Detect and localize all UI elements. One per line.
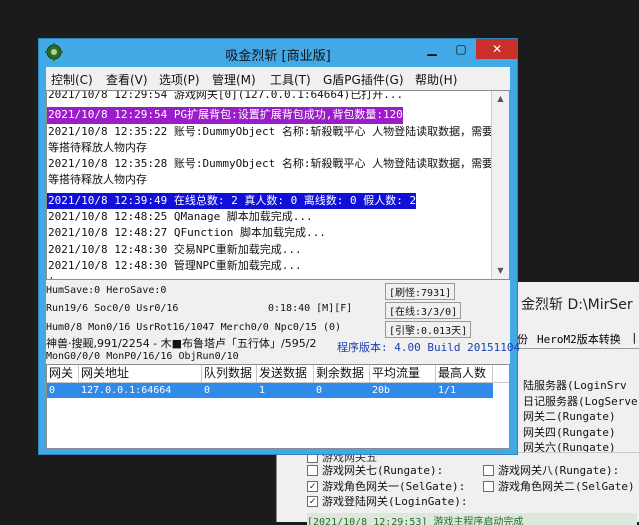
background-tab-herom2[interactable]: HeroM2版本转换 [537, 331, 621, 347]
background-window-title: 金烈斩 D:\MirSer [521, 297, 633, 313]
log-line: 等搭待释放人物内存 [48, 173, 147, 187]
main-window: 吸金烈斩 [商业版] ▁ ▢ ✕ 控制(C) 查看(V) 选项(P) 管理(M)… [38, 38, 520, 455]
log-line: 2021/10/8 12:35:28 账号:DummyObject 名称:斩殺戰… [48, 157, 494, 171]
server-list-item: 日记服务器(LogServer [523, 394, 639, 408]
background-status-line: [2021/10/8 12:29:53] 游戏主程序启动完成 [307, 513, 637, 525]
checkbox-box-checked[interactable]: ✓ [307, 480, 318, 492]
table-cell: 1 [259, 385, 266, 396]
menu-control[interactable]: 控制(C) [51, 71, 93, 88]
log-line: 2021/10/8 12:39:49 在线总数: 2 真人数: 0 离线数: 0… [47, 192, 417, 210]
menu-help[interactable]: 帮助(H) [415, 71, 457, 88]
column-header[interactable]: 发送数据 [257, 365, 314, 382]
table-cell: 127.0.0.1:64664 [81, 385, 172, 396]
stats-save-line: HumSave:0 HeroSave:0 [46, 285, 167, 296]
gateway-table[interactable]: 网关 网关地址 队列数据 发送数据 剩余数据 平均流量 最高人数 0 127.0.0.1:64… [46, 364, 510, 449]
scroll-up-arrow-icon[interactable]: ▲ [492, 91, 509, 107]
checkbox-logingate[interactable]: ✓ 游戏登陆网关(LoginGate): [307, 493, 467, 509]
log-line: 2021/10/8 12:35:22 账号:DummyObject 名称:斩殺戰… [48, 124, 494, 138]
checkbox-selgate2[interactable]: 游戏角色网关二(SelGate) [483, 478, 635, 494]
table-cell: 20b [372, 385, 391, 396]
stats-run-line: Run19/6 Soc0/0 Usr0/16 [46, 303, 179, 314]
table-cell: 0 [316, 385, 323, 396]
log-scrollbar[interactable]: ▲ ▼ [491, 91, 509, 279]
menu-gshield-plugin[interactable]: G盾PG插件(G) [323, 71, 404, 88]
column-header[interactable]: 网关 [47, 365, 79, 382]
close-button[interactable]: ✕ [476, 39, 518, 59]
column-header[interactable]: 最高人数 [436, 365, 493, 382]
table-cell: 1/1 [438, 385, 457, 396]
log-lines: 2021/10/8 12:29:54 游戏网关[0](127.0.0.1:646… [47, 90, 494, 279]
background-checkbox-panel: 游戏网关五 游戏网关七(Rungate): 游戏网关八(Rungate): ✓ 游… [276, 451, 639, 525]
log-line: 2021/10/8 12:29:54 PG扩展背包:设置扩展背包成功,背包数量:… [47, 107, 403, 124]
column-header[interactable]: 网关地址 [79, 365, 202, 382]
background-tab-separator: | [631, 331, 638, 344]
checkbox-selgate1[interactable]: ✓ 游戏角色网关一(SelGate): [307, 478, 465, 494]
window-client-area: 控制(C) 查看(V) 选项(P) 管理(M) 工具(T) G盾PG插件(G) … [46, 67, 520, 449]
log-line: 2021/10/8 12:48:30 交易NPC重新加载完成... [48, 242, 302, 256]
checkbox-box[interactable] [483, 480, 494, 492]
checkbox-box[interactable] [483, 464, 494, 476]
stats-timer: 0:18:40 [M][F] [268, 303, 353, 314]
stats-monster-line: 神兽·搜觋,991/2254 - 木■布鲁塔卢「五行体」/595/2 [46, 337, 317, 350]
server-list-item: 网关四(Rungate) [523, 425, 616, 439]
menu-bar: 控制(C) 查看(V) 选项(P) 管理(M) 工具(T) G盾PG插件(G) … [46, 67, 510, 89]
program-version: 程序版本: 4.00 Build 20151104 [337, 341, 521, 354]
server-list-item: 陆服务器(LoginSrv [523, 379, 627, 392]
table-header: 网关 网关地址 队列数据 发送数据 剩余数据 平均流量 最高人数 [47, 365, 509, 383]
log-line: 2021/10/8 12:48:25 QManage 脚本加载完成... [48, 210, 313, 224]
log-line: 2021/10/8 12:48:27 QFunction 脚本加载完成... [48, 226, 326, 240]
stats-hum-line: Hum0/8 Mon0/16 UsrRot16/1047 Merch0/0 Np… [46, 322, 342, 333]
table-row[interactable]: 0 127.0.0.1:64664 0 1 0 20b 1/1 [47, 383, 493, 398]
scroll-down-arrow-icon[interactable]: ▼ [492, 263, 509, 279]
column-header[interactable]: 平均流量 [370, 365, 436, 382]
minimize-button[interactable]: ▁ [419, 39, 445, 59]
background-tabs: 份 HeroM2版本转换 | [513, 326, 639, 349]
window-title: 吸金烈斩 [商业版] [225, 49, 331, 64]
menu-manage[interactable]: 管理(M) [212, 71, 256, 88]
checkbox-box[interactable] [307, 464, 318, 476]
refresh-counter: [刷怪:7931] [385, 283, 456, 300]
online-counter: [在线:3/3/0] [385, 302, 462, 319]
log-line: 2021/10/8 12:48:30 管理NPC重新加载完成... [48, 258, 302, 272]
title-bar[interactable]: 吸金烈斩 [商业版] ▁ ▢ ✕ [39, 39, 518, 66]
stats-mon-line: MonG0/0/0 MonP0/16/16 ObjRun0/10 [46, 351, 239, 362]
log-line: 2021/10/8 12:29:54 游戏网关[0](127.0.0.1:646… [48, 90, 404, 101]
checkbox-box-checked[interactable]: ✓ [307, 495, 318, 507]
maximize-button[interactable]: ▢ [448, 39, 474, 59]
menu-view[interactable]: 查看(V) [106, 71, 148, 88]
checkbox-gateway7[interactable]: 游戏网关七(Rungate): [307, 462, 443, 478]
menu-options[interactable]: 选项(P) [159, 71, 200, 88]
server-list-item: 网关二(Rungate) [523, 410, 616, 424]
menu-tools[interactable]: 工具(T) [270, 71, 311, 88]
column-header[interactable]: 剩余数据 [314, 365, 370, 382]
table-cell: 0 [204, 385, 211, 396]
column-header[interactable]: 队列数据 [202, 365, 257, 382]
engine-counter: [引擎:0.013天] [385, 321, 472, 338]
checkbox-gateway8[interactable]: 游戏网关八(Rungate): [483, 462, 619, 478]
background-server-list: 陆服务器(LoginSrv 日记服务器(LogServer 网关二(Rungat… [523, 378, 639, 456]
table-cell: 0 [49, 385, 56, 396]
log-line: 等搭待释放人物内存 [48, 140, 147, 154]
log-line: | [47, 274, 492, 279]
log-panel[interactable]: 2021/10/8 12:29:54 游戏网关[0](127.0.0.1:646… [46, 90, 510, 280]
